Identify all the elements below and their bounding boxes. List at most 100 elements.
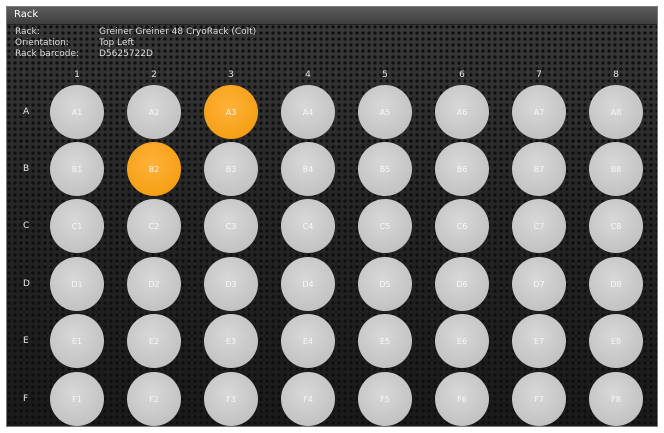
well-F1[interactable]: F1 bbox=[50, 372, 104, 426]
column-header-7: 7 bbox=[536, 70, 542, 80]
well-E6[interactable]: E6 bbox=[435, 314, 489, 368]
well-label: C3 bbox=[225, 221, 237, 231]
well-label: D6 bbox=[456, 279, 468, 289]
well-label: B5 bbox=[379, 164, 391, 174]
well-label: D4 bbox=[302, 279, 314, 289]
well-D6[interactable]: D6 bbox=[435, 257, 489, 311]
well-E7[interactable]: E7 bbox=[512, 314, 566, 368]
rack-window: Rack Rack: Greiner Greiner 48 CryoRack (… bbox=[6, 6, 658, 427]
barcode-value: D5625722D bbox=[99, 49, 153, 59]
well-E2[interactable]: E2 bbox=[127, 314, 181, 368]
well-F3[interactable]: F3 bbox=[204, 372, 258, 426]
rack-value: Greiner Greiner 48 CryoRack (Colt) bbox=[99, 27, 257, 37]
well-label: F8 bbox=[611, 394, 621, 404]
well-A1[interactable]: A1 bbox=[50, 85, 104, 139]
well-E4[interactable]: E4 bbox=[281, 314, 335, 368]
well-F6[interactable]: F6 bbox=[435, 372, 489, 426]
well-label: C8 bbox=[610, 221, 622, 231]
well-A8[interactable]: A8 bbox=[589, 85, 643, 139]
well-A2[interactable]: A2 bbox=[127, 85, 181, 139]
well-label: A4 bbox=[302, 107, 314, 117]
column-header-4: 4 bbox=[305, 70, 311, 80]
row-header-C: C bbox=[23, 221, 30, 231]
well-D1[interactable]: D1 bbox=[50, 257, 104, 311]
well-label: F3 bbox=[226, 394, 236, 404]
well-label: A5 bbox=[379, 107, 391, 117]
well-label: B3 bbox=[225, 164, 237, 174]
well-A3[interactable]: A3 bbox=[204, 85, 258, 139]
column-header-2: 2 bbox=[151, 70, 157, 80]
well-label: C5 bbox=[379, 221, 391, 231]
well-F5[interactable]: F5 bbox=[358, 372, 412, 426]
column-header-6: 6 bbox=[459, 70, 465, 80]
well-B7[interactable]: B7 bbox=[512, 142, 566, 196]
well-A5[interactable]: A5 bbox=[358, 85, 412, 139]
well-B4[interactable]: B4 bbox=[281, 142, 335, 196]
well-E3[interactable]: E3 bbox=[204, 314, 258, 368]
well-A7[interactable]: A7 bbox=[512, 85, 566, 139]
title-bar: Rack bbox=[7, 7, 657, 25]
orientation-row: Orientation: Top Left bbox=[15, 38, 256, 49]
barcode-label: Rack barcode: bbox=[15, 49, 80, 59]
well-label: A6 bbox=[456, 107, 468, 117]
well-C4[interactable]: C4 bbox=[281, 199, 335, 253]
well-D5[interactable]: D5 bbox=[358, 257, 412, 311]
column-header-8: 8 bbox=[613, 70, 619, 80]
well-E8[interactable]: E8 bbox=[589, 314, 643, 368]
well-C6[interactable]: C6 bbox=[435, 199, 489, 253]
well-label: E2 bbox=[148, 336, 160, 346]
well-C3[interactable]: C3 bbox=[204, 199, 258, 253]
well-label: E6 bbox=[456, 336, 468, 346]
rack-row: Rack: Greiner Greiner 48 CryoRack (Colt) bbox=[15, 27, 256, 38]
well-label: A8 bbox=[610, 107, 622, 117]
well-label: C1 bbox=[71, 221, 83, 231]
well-label: A3 bbox=[225, 107, 237, 117]
well-label: B4 bbox=[302, 164, 314, 174]
window-title: Rack bbox=[14, 9, 39, 20]
well-B5[interactable]: B5 bbox=[358, 142, 412, 196]
well-label: E3 bbox=[225, 336, 237, 346]
well-D2[interactable]: D2 bbox=[127, 257, 181, 311]
well-B3[interactable]: B3 bbox=[204, 142, 258, 196]
orientation-label: Orientation: bbox=[15, 38, 69, 48]
well-C1[interactable]: C1 bbox=[50, 199, 104, 253]
well-C5[interactable]: C5 bbox=[358, 199, 412, 253]
well-label: D3 bbox=[225, 279, 237, 289]
well-F4[interactable]: F4 bbox=[281, 372, 335, 426]
rack-label: Rack: bbox=[15, 27, 40, 37]
well-E1[interactable]: E1 bbox=[50, 314, 104, 368]
well-label: E7 bbox=[533, 336, 545, 346]
well-C8[interactable]: C8 bbox=[589, 199, 643, 253]
well-D7[interactable]: D7 bbox=[512, 257, 566, 311]
well-label: E8 bbox=[610, 336, 622, 346]
well-C2[interactable]: C2 bbox=[127, 199, 181, 253]
well-E5[interactable]: E5 bbox=[358, 314, 412, 368]
well-label: F2 bbox=[149, 394, 159, 404]
well-D4[interactable]: D4 bbox=[281, 257, 335, 311]
well-B8[interactable]: B8 bbox=[589, 142, 643, 196]
well-label: F5 bbox=[380, 394, 390, 404]
well-label: D1 bbox=[71, 279, 83, 289]
well-B6[interactable]: B6 bbox=[435, 142, 489, 196]
well-A6[interactable]: A6 bbox=[435, 85, 489, 139]
well-label: B2 bbox=[148, 164, 160, 174]
barcode-row: Rack barcode: D5625722D bbox=[15, 49, 256, 60]
well-label: E4 bbox=[302, 336, 314, 346]
well-label: A1 bbox=[71, 107, 83, 117]
well-label: B6 bbox=[456, 164, 468, 174]
column-header-1: 1 bbox=[74, 70, 80, 80]
well-B1[interactable]: B1 bbox=[50, 142, 104, 196]
well-D3[interactable]: D3 bbox=[204, 257, 258, 311]
well-F7[interactable]: F7 bbox=[512, 372, 566, 426]
well-D8[interactable]: D8 bbox=[589, 257, 643, 311]
well-A4[interactable]: A4 bbox=[281, 85, 335, 139]
well-label: B8 bbox=[610, 164, 622, 174]
well-C7[interactable]: C7 bbox=[512, 199, 566, 253]
well-label: D2 bbox=[148, 279, 160, 289]
well-label: E1 bbox=[71, 336, 83, 346]
well-F2[interactable]: F2 bbox=[127, 372, 181, 426]
well-B2[interactable]: B2 bbox=[127, 142, 181, 196]
well-F8[interactable]: F8 bbox=[589, 372, 643, 426]
well-label: C4 bbox=[302, 221, 314, 231]
column-header-3: 3 bbox=[228, 70, 234, 80]
